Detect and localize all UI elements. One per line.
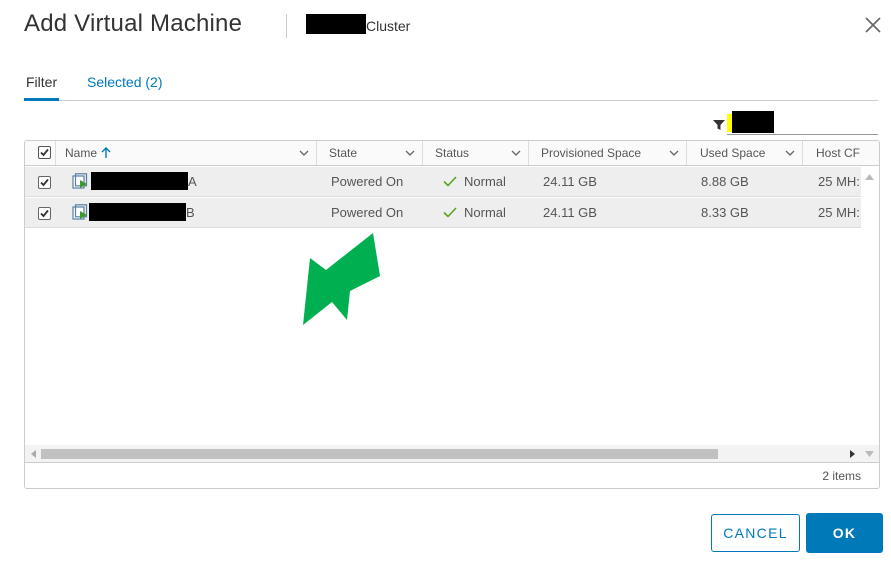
redacted-filter-text — [732, 111, 774, 133]
select-all-checkbox[interactable] — [38, 146, 51, 159]
vm-status: Normal — [464, 174, 506, 189]
tab-selected[interactable]: Selected (2) — [87, 72, 162, 98]
scroll-up-icon[interactable] — [865, 174, 874, 180]
sort-ascending-icon — [101, 147, 111, 158]
vm-state: Powered On — [331, 174, 404, 189]
vm-host-cpu: 25 MH: — [818, 205, 860, 220]
tab-bar: Filter Selected (2) — [24, 72, 878, 101]
chevron-down-icon[interactable] — [405, 149, 415, 157]
vm-name-suffix: B — [186, 205, 195, 220]
vm-powered-on-icon — [72, 173, 88, 189]
vm-host-cpu: 25 MH: — [818, 174, 860, 189]
chevron-down-icon[interactable] — [299, 149, 309, 157]
vm-powered-on-icon — [72, 204, 88, 220]
column-header-provisioned-space[interactable]: Provisioned Space — [541, 141, 641, 165]
column-header-name-label: Name — [65, 146, 98, 160]
column-header-name[interactable]: Name — [65, 141, 111, 165]
filter-icon[interactable] — [713, 119, 725, 131]
redacted-vm-name — [91, 172, 188, 190]
title-separator — [286, 14, 287, 38]
vm-name-suffix: A — [188, 174, 197, 189]
scroll-right-icon[interactable] — [850, 450, 855, 458]
column-header-status[interactable]: Status — [435, 141, 469, 165]
scroll-down-icon[interactable] — [865, 451, 874, 457]
table-row[interactable]: B Powered On Normal 24.11 GB 8.33 GB 25 … — [25, 198, 861, 228]
vm-used-space: 8.33 GB — [701, 205, 749, 220]
grid-header: Name State Status Provisioned Space Used… — [25, 141, 879, 166]
items-count: 2 items — [822, 469, 861, 483]
redacted-cluster-name — [306, 14, 366, 34]
vm-datagrid: Name State Status Provisioned Space Used… — [24, 140, 880, 489]
vm-status: Normal — [464, 205, 506, 220]
vm-used-space: 8.88 GB — [701, 174, 749, 189]
cancel-button[interactable]: CANCEL — [711, 514, 800, 552]
tab-filter[interactable]: Filter — [24, 72, 60, 101]
ok-button[interactable]: OK — [806, 513, 883, 553]
row-checkbox[interactable] — [38, 176, 51, 189]
vm-provisioned-space: 24.11 GB — [543, 174, 597, 189]
column-header-used-space[interactable]: Used Space — [700, 141, 765, 165]
dialog-title: Add Virtual Machine — [24, 10, 243, 37]
cluster-label: Cluster — [366, 18, 411, 34]
redacted-vm-name — [89, 203, 186, 221]
annotation-arrow-icon — [303, 233, 380, 325]
check-icon — [443, 176, 457, 187]
scroll-left-icon[interactable] — [31, 450, 36, 458]
chevron-down-icon[interactable] — [511, 149, 521, 157]
close-icon[interactable] — [862, 14, 884, 36]
column-header-host-cpu[interactable]: Host CF — [816, 141, 860, 165]
chevron-down-icon[interactable] — [785, 149, 795, 157]
vertical-scrollbar[interactable] — [861, 166, 878, 462]
table-row[interactable]: A Powered On Normal 24.11 GB 8.88 GB 25 … — [25, 167, 861, 197]
column-header-state[interactable]: State — [329, 141, 357, 165]
grid-footer: 2 items — [25, 462, 879, 488]
chevron-down-icon[interactable] — [669, 149, 679, 157]
vm-state: Powered On — [331, 205, 404, 220]
vm-provisioned-space: 24.11 GB — [543, 205, 597, 220]
row-checkbox[interactable] — [38, 207, 51, 220]
check-icon — [443, 207, 457, 218]
horizontal-scrollbar[interactable] — [25, 445, 879, 462]
horizontal-scroll-thumb[interactable] — [41, 449, 718, 459]
